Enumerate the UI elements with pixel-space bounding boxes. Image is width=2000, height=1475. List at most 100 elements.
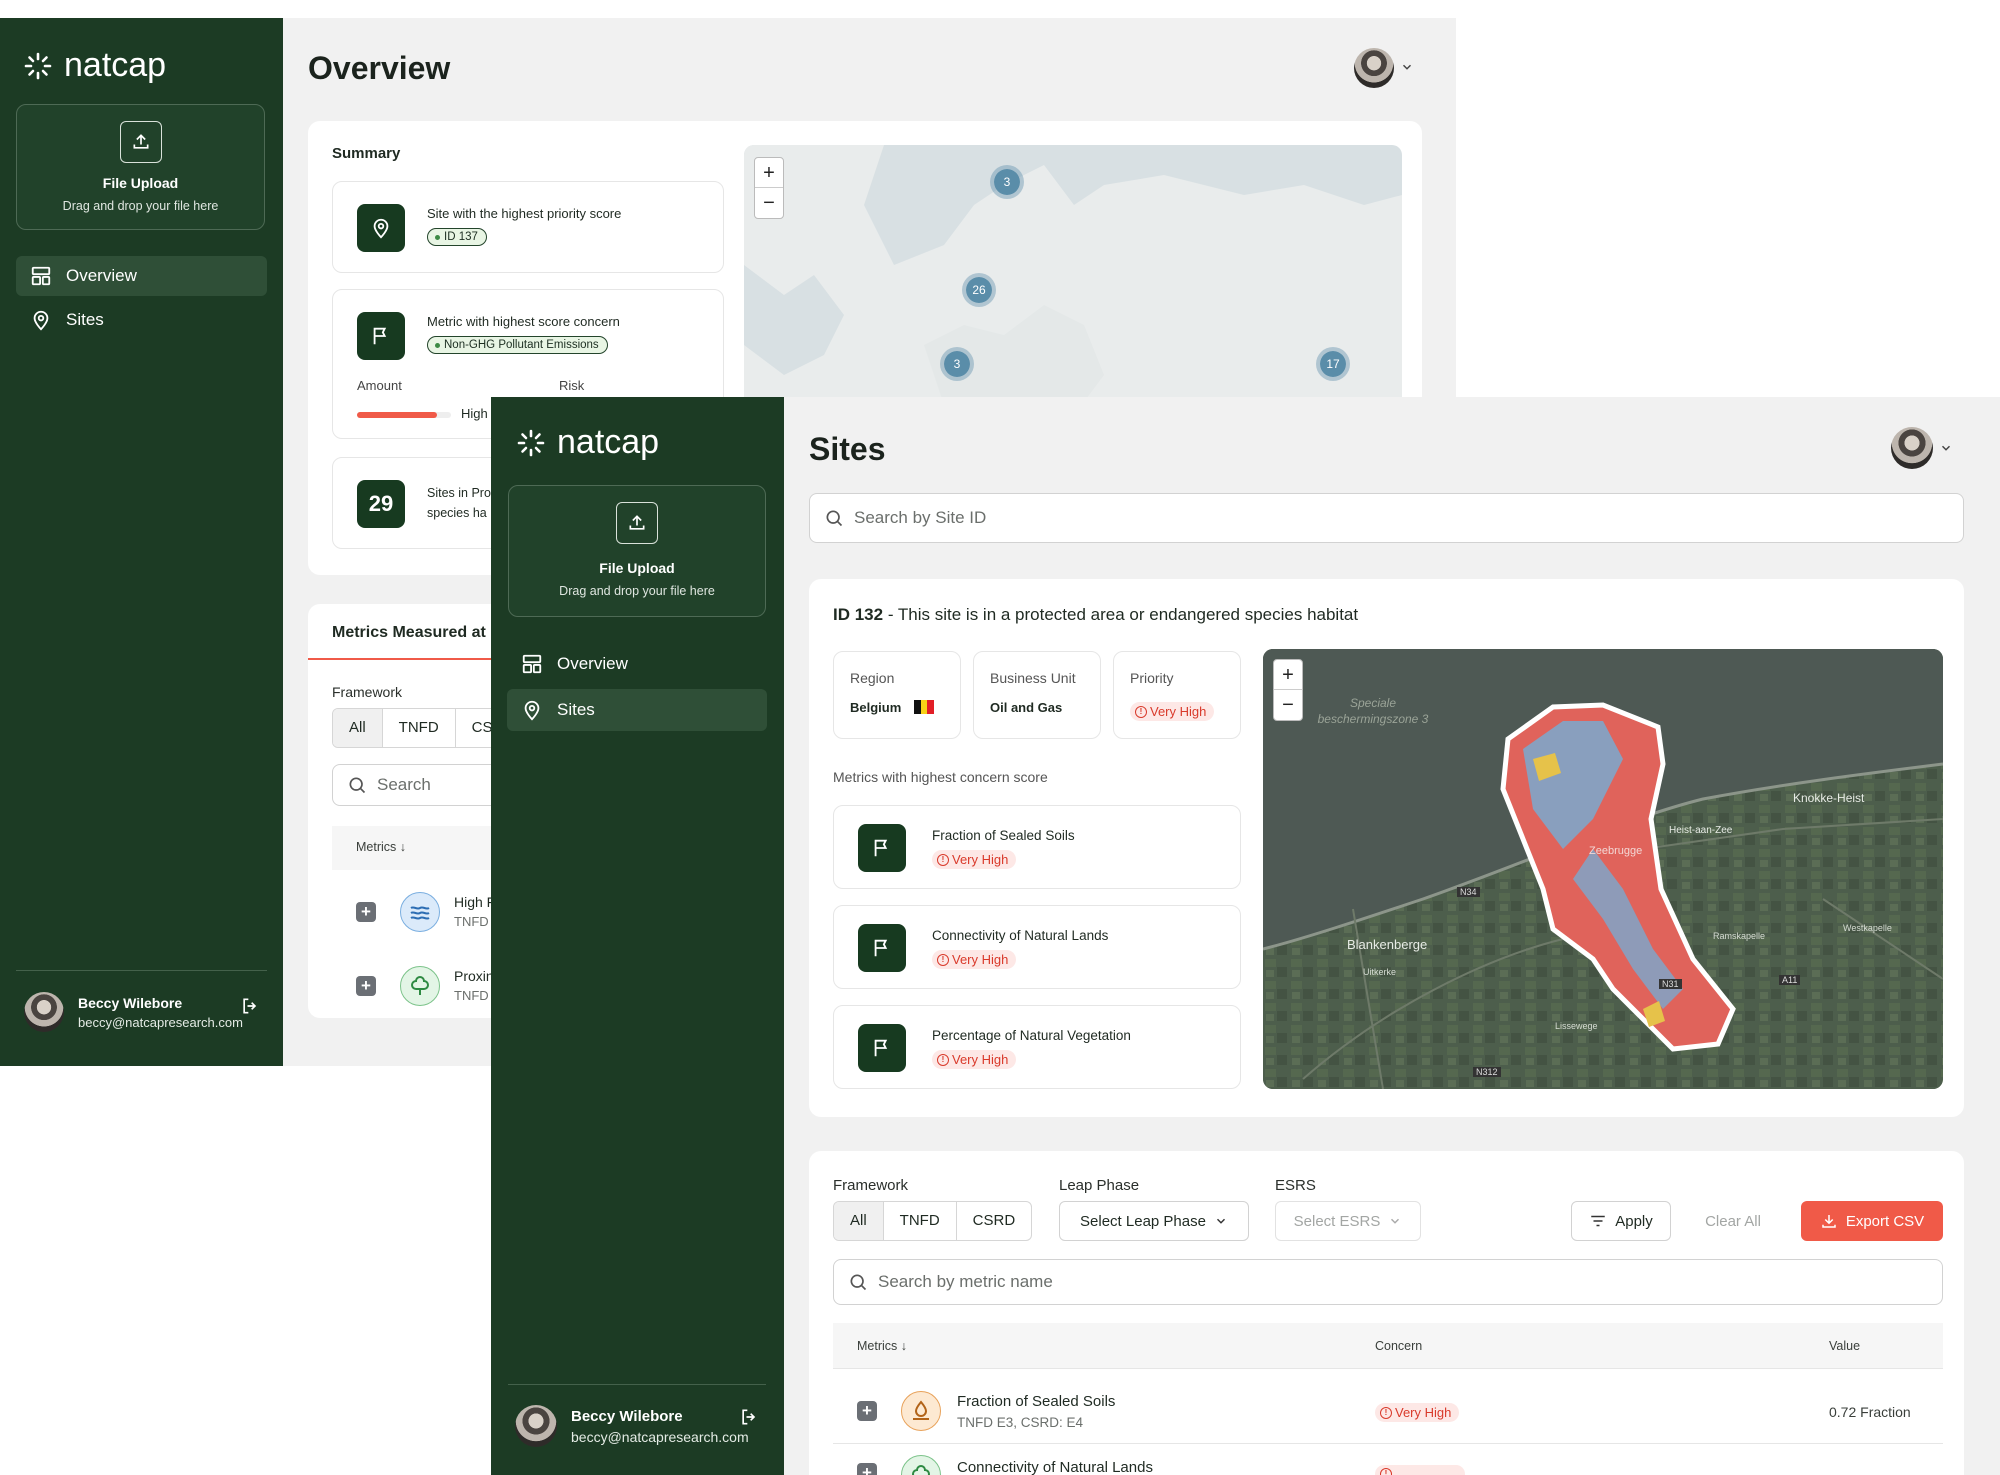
layout-icon — [31, 266, 51, 286]
zoom-out-button[interactable]: − — [1274, 690, 1302, 720]
row-sub: TNFD — [454, 988, 489, 1003]
protected-line1: Sites in Pro — [427, 486, 491, 500]
clear-all-button[interactable]: Clear All — [1683, 1201, 1783, 1241]
layout-icon — [522, 654, 542, 674]
file-upload-dropzone[interactable]: File Upload Drag and drop your file here — [508, 485, 766, 617]
zoom-in-button[interactable]: + — [755, 158, 783, 188]
map-label-lissewege: Lissewege — [1555, 1021, 1598, 1031]
leap-phase-select[interactable]: Select Leap Phase — [1059, 1201, 1249, 1241]
site-map[interactable]: + − Speciale beschermingszone 3 Knokke-He… — [1263, 649, 1943, 1089]
site-search-placeholder: Search by Site ID — [854, 508, 987, 527]
site-detail-card: ID 132 - This site is in a protected are… — [809, 579, 1964, 1117]
map-cluster[interactable]: 26 — [962, 273, 996, 307]
sidebar-divider — [16, 970, 267, 971]
apply-button[interactable]: Apply — [1571, 1201, 1671, 1241]
header-avatar[interactable] — [1891, 427, 1933, 469]
nav-sites[interactable]: Sites — [16, 300, 267, 340]
priority-card: Priority Very High — [1113, 651, 1241, 739]
bu-label: Business Unit — [990, 670, 1076, 686]
expand-row-button[interactable]: + — [857, 1463, 877, 1475]
framework-tabs[interactable]: All TNFD CSI — [332, 708, 514, 748]
search-icon — [349, 777, 366, 794]
concern-metric-card[interactable]: Connectivity of Natural Lands Very High — [833, 905, 1241, 989]
tree-icon — [901, 1455, 941, 1475]
framework-tabs[interactable]: All TNFD CSRD — [833, 1201, 1033, 1241]
zoom-in-button[interactable]: + — [1274, 660, 1302, 690]
value-header[interactable]: Value — [1829, 1339, 1860, 1353]
flag-icon — [357, 312, 405, 360]
site-map-zoom[interactable]: + − — [1273, 659, 1303, 721]
overview-map-zoom[interactable]: + − — [754, 157, 784, 219]
download-icon — [1822, 1215, 1836, 1228]
nav-overview[interactable]: Overview — [507, 643, 767, 685]
page-title: Overview — [308, 50, 451, 86]
map-cluster[interactable]: 17 — [1316, 347, 1350, 381]
framework-tab-all[interactable]: All — [834, 1202, 884, 1240]
metrics-header[interactable]: Metrics ↓ — [356, 840, 406, 854]
nav-sites[interactable]: Sites — [507, 689, 767, 731]
map-cluster[interactable]: 3 — [990, 165, 1024, 199]
row-concern — [1375, 1465, 1465, 1475]
user-profile[interactable]: Beccy Wilebore beccy@natcapresearch.com — [24, 992, 243, 1032]
tree-icon — [400, 966, 440, 1006]
map-label-heist: Heist-aan-Zee — [1669, 825, 1733, 836]
search-icon — [850, 1274, 867, 1291]
upload-title: File Upload — [599, 560, 675, 576]
framework-tab-all[interactable]: All — [333, 709, 383, 747]
highest-metric-badge: Non-GHG Pollutant Emissions — [427, 336, 608, 354]
concern-metric-card[interactable]: Percentage of Natural Vegetation Very Hi… — [833, 1005, 1241, 1089]
brand-logo[interactable]: natcap — [22, 46, 166, 85]
user-email: beccy@natcapresearch.com — [78, 1014, 243, 1030]
overview-sidebar: natcap File Upload Drag and drop your fi… — [0, 18, 283, 1066]
file-upload-dropzone[interactable]: File Upload Drag and drop your file here — [16, 104, 265, 230]
metric-search-input[interactable]: Search by metric name — [833, 1259, 1943, 1305]
highest-site-card[interactable]: Site with the highest priority score ID … — [332, 181, 724, 273]
upload-subtitle: Drag and drop your file here — [559, 584, 715, 598]
chevron-down-icon — [1391, 1218, 1400, 1224]
site-search-input[interactable]: Search by Site ID — [809, 493, 1964, 543]
nav-overview[interactable]: Overview — [16, 256, 267, 296]
framework-tab-csrd[interactable]: CSRD — [957, 1202, 1032, 1240]
zoom-out-button[interactable]: − — [755, 188, 783, 218]
priority-badge: Very High — [1130, 702, 1215, 721]
row-sub: TNFD E3, CSRD: E4 — [957, 1415, 1084, 1430]
user-name: Beccy Wilebore — [571, 1407, 683, 1425]
map-cluster[interactable]: 3 — [940, 347, 974, 381]
framework-tab-tnfd[interactable]: TNFD — [383, 709, 456, 747]
row-name: Connectivity of Natural Lands — [957, 1459, 1153, 1475]
framework-tab-tnfd[interactable]: TNFD — [884, 1202, 957, 1240]
logout-icon[interactable] — [739, 1407, 759, 1427]
chevron-down-icon[interactable] — [1939, 441, 1953, 455]
brand-logo[interactable]: natcap — [515, 423, 659, 462]
map-pin-icon — [524, 700, 540, 721]
chevron-down-icon[interactable] — [1400, 60, 1414, 74]
metrics-card-underline — [308, 658, 508, 660]
protected-count: 29 — [357, 480, 405, 528]
map-label-n312: N312 — [1473, 1067, 1501, 1077]
row-name: Proxin — [454, 968, 494, 984]
upload-subtitle: Drag and drop your file here — [62, 199, 219, 213]
concern-metric-name: Connectivity of Natural Lands — [932, 928, 1109, 943]
map-label-a11: A11 — [1779, 975, 1801, 985]
map-pin-icon — [33, 310, 49, 331]
export-csv-button[interactable]: Export CSV — [1801, 1201, 1943, 1241]
esrs-select[interactable]: Select ESRS — [1275, 1201, 1421, 1241]
concern-header[interactable]: Concern — [1375, 1339, 1422, 1353]
site-heading: ID 132 - This site is in a protected are… — [833, 605, 1358, 625]
metrics-header[interactable]: Metrics ↓ — [857, 1339, 907, 1353]
summary-title: Summary — [332, 145, 401, 162]
site-id: ID 132 — [833, 605, 884, 624]
expand-row-button[interactable]: + — [356, 976, 376, 996]
priority-label: Priority — [1130, 670, 1174, 686]
logout-icon[interactable] — [240, 996, 260, 1016]
concern-metric-card[interactable]: Fraction of Sealed Soils Very High — [833, 805, 1241, 889]
concern-metric-level: Very High — [932, 950, 1017, 969]
user-profile[interactable]: Beccy Wilebore beccy@natcapresearch.com — [515, 1405, 749, 1447]
site-description: - This site is in a protected area or en… — [883, 605, 1359, 624]
expand-row-button[interactable]: + — [356, 902, 376, 922]
framework-label: Framework — [332, 684, 403, 700]
location-icon — [357, 204, 405, 252]
header-avatar[interactable] — [1354, 48, 1394, 88]
expand-row-button[interactable]: + — [857, 1401, 877, 1421]
sites-sidebar: natcap File Upload Drag and drop your fi… — [491, 397, 784, 1475]
